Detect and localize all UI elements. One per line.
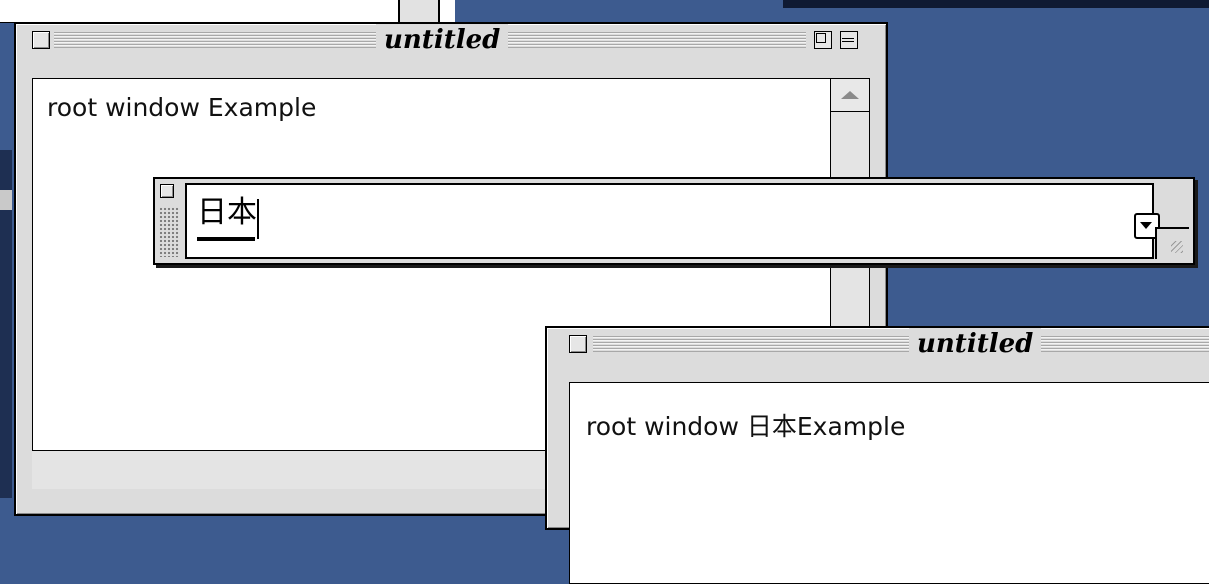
text-caret [257, 199, 259, 239]
composition-underline [197, 237, 255, 241]
window-title: untitled [376, 24, 509, 56]
content-text: root window Example [47, 93, 317, 122]
scroll-up-arrow-icon[interactable] [831, 79, 869, 112]
close-box-icon[interactable] [160, 184, 174, 198]
title-stripes [593, 336, 1209, 352]
inline-input-field[interactable]: 日本 [185, 183, 1160, 259]
window-titlebar[interactable]: untitled [547, 328, 1209, 360]
close-box-icon[interactable] [32, 31, 50, 49]
window-titlebar[interactable]: untitled [16, 24, 886, 56]
input-method-palette: 日本 [153, 177, 1195, 265]
window-title: untitled [909, 328, 1042, 360]
background-scrollbar [398, 0, 440, 22]
grow-box-icon[interactable] [1155, 227, 1189, 259]
background-left-edge-highlight [0, 190, 12, 210]
background-strip [783, 0, 1209, 8]
zoom-box-icon[interactable] [814, 31, 832, 49]
window-content[interactable]: root window 日本Example [569, 382, 1209, 584]
drag-grip[interactable] [159, 207, 179, 257]
collapse-box-icon[interactable] [840, 31, 858, 49]
window-untitled-second: untitled root window 日本Example [545, 326, 1209, 584]
composing-text: 日本 [197, 195, 257, 230]
content-text: root window 日本Example [586, 412, 906, 441]
close-box-icon[interactable] [569, 335, 587, 353]
background-window [0, 0, 455, 23]
